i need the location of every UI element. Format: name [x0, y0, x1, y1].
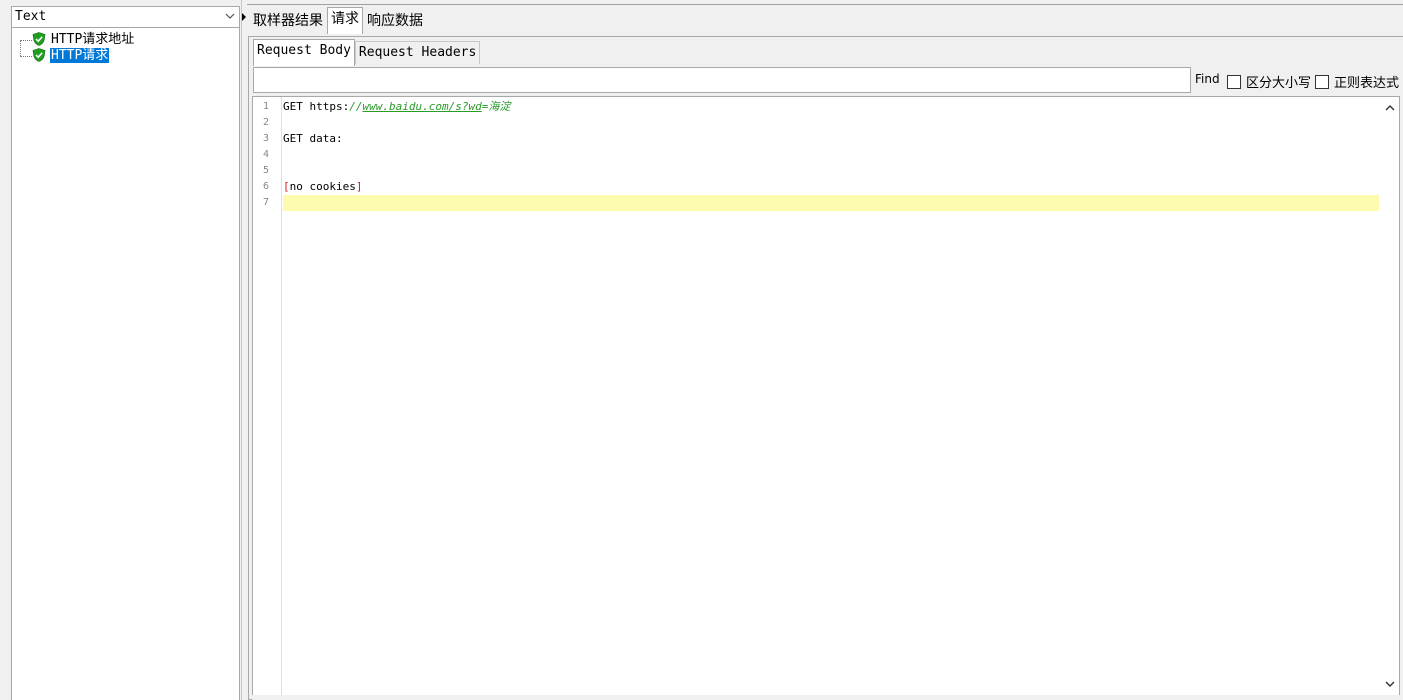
case-sensitive-label: 区分大小写: [1246, 76, 1312, 91]
tree-item-label: HTTP请求地址: [51, 31, 135, 47]
line-number: 3: [262, 133, 269, 144]
scroll-up-icon[interactable]: [1385, 103, 1395, 113]
success-shield-icon: [32, 48, 46, 62]
code-line-get-data: GET data:: [283, 132, 343, 145]
results-tree: HTTP请求地址 HTTP请求: [11, 28, 240, 700]
current-line-highlight: [283, 195, 1379, 211]
line-number: 6: [262, 181, 269, 192]
line-number: 5: [262, 165, 269, 176]
tab-response-data[interactable]: 响应数据: [363, 9, 427, 33]
url-slashes: //: [349, 100, 363, 113]
open-bracket: [: [283, 180, 290, 193]
tab-request-headers[interactable]: Request Headers: [354, 41, 481, 64]
find-label: Find: [1195, 72, 1220, 86]
code-line-cookies: [no cookies]: [283, 179, 1379, 195]
case-sensitive-checkbox[interactable]: 区分大小写: [1227, 72, 1311, 91]
tree-item-http-request[interactable]: HTTP请求: [32, 47, 110, 63]
success-shield-icon: [32, 32, 46, 46]
sub-tabs: Request Body Request Headers: [253, 39, 481, 66]
chevron-down-icon: [225, 13, 235, 19]
tree-item-http-request-address[interactable]: HTTP请求地址: [32, 31, 135, 47]
main-tabs: 取样器结果 请求 响应数据: [249, 7, 427, 34]
line-number: 1: [262, 101, 269, 112]
collapse-arrow-icon[interactable]: [242, 13, 246, 21]
checkbox-box[interactable]: [1315, 74, 1329, 89]
find-bar: Find 区分大小写 正则表达式: [252, 66, 1403, 96]
scroll-down-icon[interactable]: [1385, 679, 1395, 689]
close-bracket: ]: [355, 180, 363, 193]
bottom-edge: [252, 695, 1403, 700]
tab-sampler-result[interactable]: 取样器结果: [249, 9, 327, 33]
request-url-link[interactable]: www.baidu.com/s?wd: [362, 100, 481, 113]
request-body-editor[interactable]: 1 2 3 4 5 6 7 GET https://www.baidu.com/…: [252, 96, 1400, 696]
line-number: 4: [262, 149, 269, 160]
code-line-request-url: GET https://www.baidu.com/s?wd=海淀: [283, 99, 1379, 115]
line-number: 7: [262, 197, 269, 208]
tab-request-body[interactable]: Request Body: [253, 39, 355, 66]
vertical-scrollbar[interactable]: [1381, 97, 1399, 695]
find-input[interactable]: [253, 67, 1191, 93]
tab-request[interactable]: 请求: [327, 7, 363, 34]
tree-item-label: HTTP请求: [50, 47, 110, 63]
line-number-gutter: 1 2 3 4 5 6 7: [253, 97, 282, 695]
renderer-select-value: Text: [15, 9, 47, 24]
regex-label: 正则表达式: [1334, 76, 1400, 91]
url-query-value: =海淀: [481, 100, 511, 113]
no-cookies-text: no cookies: [289, 180, 356, 193]
request-method-prefix: GET https:: [283, 100, 350, 113]
renderer-select[interactable]: Text: [11, 6, 240, 28]
regex-checkbox[interactable]: 正则表达式: [1315, 72, 1399, 91]
checkbox-box[interactable]: [1227, 74, 1241, 89]
line-number: 2: [262, 117, 269, 128]
